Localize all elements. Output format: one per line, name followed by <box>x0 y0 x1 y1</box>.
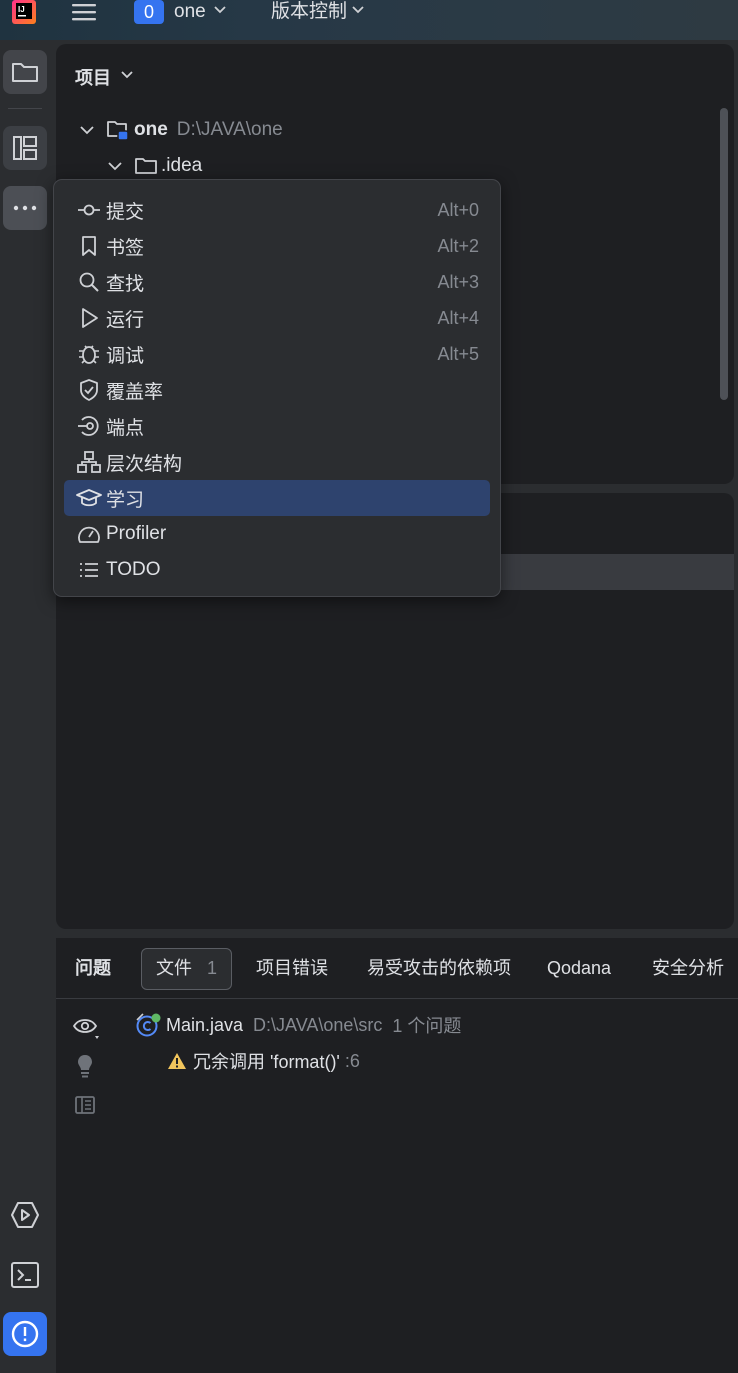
chevron-down-icon[interactable] <box>106 160 128 172</box>
chevron-down-icon[interactable] <box>351 5 365 15</box>
tree-node-project-root[interactable]: one D:\JAVA\one <box>78 113 283 147</box>
structure-icon <box>13 136 37 160</box>
problem-line: :6 <box>344 1050 360 1071</box>
problem-file-name: Main.java <box>166 1014 244 1035</box>
tree-node-path: D:\JAVA\one <box>176 119 283 140</box>
shield-check-icon <box>76 377 102 403</box>
menu-item-label: 覆盖率 <box>106 381 164 403</box>
debug-icon <box>76 341 102 367</box>
problem-file-count: 1 个问题 <box>392 1016 462 1036</box>
eye-icon[interactable] <box>72 1014 100 1040</box>
project-toolwindow-button[interactable] <box>3 50 47 94</box>
menu-item-label: 提交 <box>106 201 145 223</box>
menu-item-label: 学习 <box>106 489 145 511</box>
menu-item-shortcut: Alt+3 <box>437 271 479 292</box>
problem-description: 冗余调用 'format()' <box>193 1052 340 1072</box>
module-folder-icon <box>106 119 130 141</box>
title-bar <box>0 0 738 40</box>
problem-item-row[interactable]: 冗余调用 'format()' :6 <box>167 1044 360 1078</box>
chevron-down-icon[interactable] <box>120 70 134 80</box>
chevron-down-icon[interactable] <box>78 124 100 136</box>
app-logo-text: IJ <box>18 5 25 14</box>
profiler-gauge-icon <box>76 521 102 547</box>
tree-node-idea[interactable]: .idea <box>106 149 202 183</box>
problems-toolwindow-button[interactable] <box>3 1312 47 1356</box>
run-services-icon <box>11 1202 39 1228</box>
hamburger-icon <box>72 4 96 21</box>
chevron-down-icon[interactable] <box>213 5 227 15</box>
tab-security[interactable]: 安全分析 <box>638 948 738 988</box>
menu-item-label: 查找 <box>106 273 145 295</box>
problems-icon <box>11 1320 39 1348</box>
menu-item-todo[interactable]: TODO <box>64 552 490 588</box>
menu-item-find[interactable]: 查找 Alt+3 <box>64 264 490 300</box>
more-horizontal-icon <box>13 205 37 211</box>
terminal-toolwindow-button[interactable] <box>3 1253 47 1297</box>
endpoints-icon <box>76 413 102 439</box>
more-toolwindows-button[interactable] <box>3 186 47 230</box>
folder-icon <box>134 156 158 176</box>
structure-toolwindow-button[interactable] <box>3 126 47 170</box>
menu-item-commit[interactable]: 提交 Alt+0 <box>64 192 490 228</box>
problems-tabs: 问题 文件 1 项目错误 易受攻击的依赖项 Qodana 安全分析 <box>56 940 738 998</box>
tree-node-name: one <box>134 119 168 140</box>
menu-item-endpoints[interactable]: 端点 <box>64 408 490 444</box>
tab-label: 文件 <box>156 958 192 978</box>
tab-project-errors[interactable]: 项目错误 <box>242 948 342 988</box>
app-logo[interactable]: IJ <box>12 0 36 24</box>
graduation-cap-icon <box>76 485 102 511</box>
menu-item-shortcut: Alt+5 <box>437 343 479 364</box>
menu-item-label: 端点 <box>106 417 145 439</box>
menu-item-label: 书签 <box>106 237 145 259</box>
project-widget-name[interactable]: one <box>174 0 206 24</box>
menu-item-hierarchy[interactable]: 层次结构 <box>64 444 490 480</box>
list-icon <box>76 557 102 583</box>
tab-file[interactable]: 文件 1 <box>141 948 233 990</box>
hierarchy-icon <box>76 449 102 475</box>
vcs-widget[interactable]: 版本控制 <box>271 0 347 24</box>
folder-icon <box>12 63 38 82</box>
menu-item-coverage[interactable]: 覆盖率 <box>64 372 490 408</box>
problems-panel <box>56 938 738 1373</box>
run-icon <box>76 305 102 331</box>
search-icon <box>76 269 102 295</box>
tab-problems[interactable]: 问题 <box>61 948 125 988</box>
menu-item-shortcut: Alt+4 <box>437 307 479 328</box>
menu-item-label: Profiler <box>106 523 167 544</box>
problem-file-row[interactable]: Main.java D:\JAVA\one\src 1 个问题 <box>135 1008 461 1042</box>
problem-file-path: D:\JAVA\one\src <box>253 1014 383 1035</box>
lightbulb-icon[interactable] <box>74 1053 96 1079</box>
commit-icon <box>76 197 102 223</box>
tree-node-name: .idea <box>161 155 203 176</box>
terminal-icon <box>11 1262 39 1288</box>
menu-item-shortcut: Alt+0 <box>437 199 479 220</box>
project-badge[interactable]: 0 <box>134 0 164 24</box>
bookmark-icon <box>76 233 102 259</box>
project-panel-title[interactable]: 项目 <box>75 64 111 90</box>
tab-count: 1 <box>207 958 218 978</box>
menu-item-label: 调试 <box>106 345 145 367</box>
preview-panel-icon[interactable] <box>74 1095 96 1115</box>
tabs-divider <box>56 998 738 999</box>
menu-item-label: 层次结构 <box>106 453 183 475</box>
menu-item-bookmarks[interactable]: 书签 Alt+2 <box>64 228 490 264</box>
menu-item-learn[interactable]: 学习 <box>64 480 490 516</box>
menu-item-profiler[interactable]: Profiler <box>64 516 490 552</box>
java-class-icon <box>135 1012 161 1038</box>
tab-qodana[interactable]: Qodana <box>533 948 625 988</box>
menu-item-shortcut: Alt+2 <box>437 235 479 256</box>
main-menu-button[interactable] <box>68 0 100 26</box>
toolbar-separator <box>8 108 42 109</box>
menu-item-run[interactable]: 运行 Alt+4 <box>64 300 490 336</box>
project-scrollbar[interactable] <box>720 108 728 400</box>
structure-selected-row[interactable] <box>500 554 734 590</box>
warning-icon <box>167 1052 187 1070</box>
menu-item-label: TODO <box>106 559 161 580</box>
tab-vulnerable-deps[interactable]: 易受攻击的依赖项 <box>353 948 525 988</box>
menu-item-debug[interactable]: 调试 Alt+5 <box>64 336 490 372</box>
run-toolwindow-button[interactable] <box>3 1193 47 1237</box>
toolwindows-popup: 提交 Alt+0 书签 Alt+2 查找 Alt+3 运行 Alt+4 调试 A… <box>53 179 501 597</box>
menu-item-label: 运行 <box>106 309 145 331</box>
